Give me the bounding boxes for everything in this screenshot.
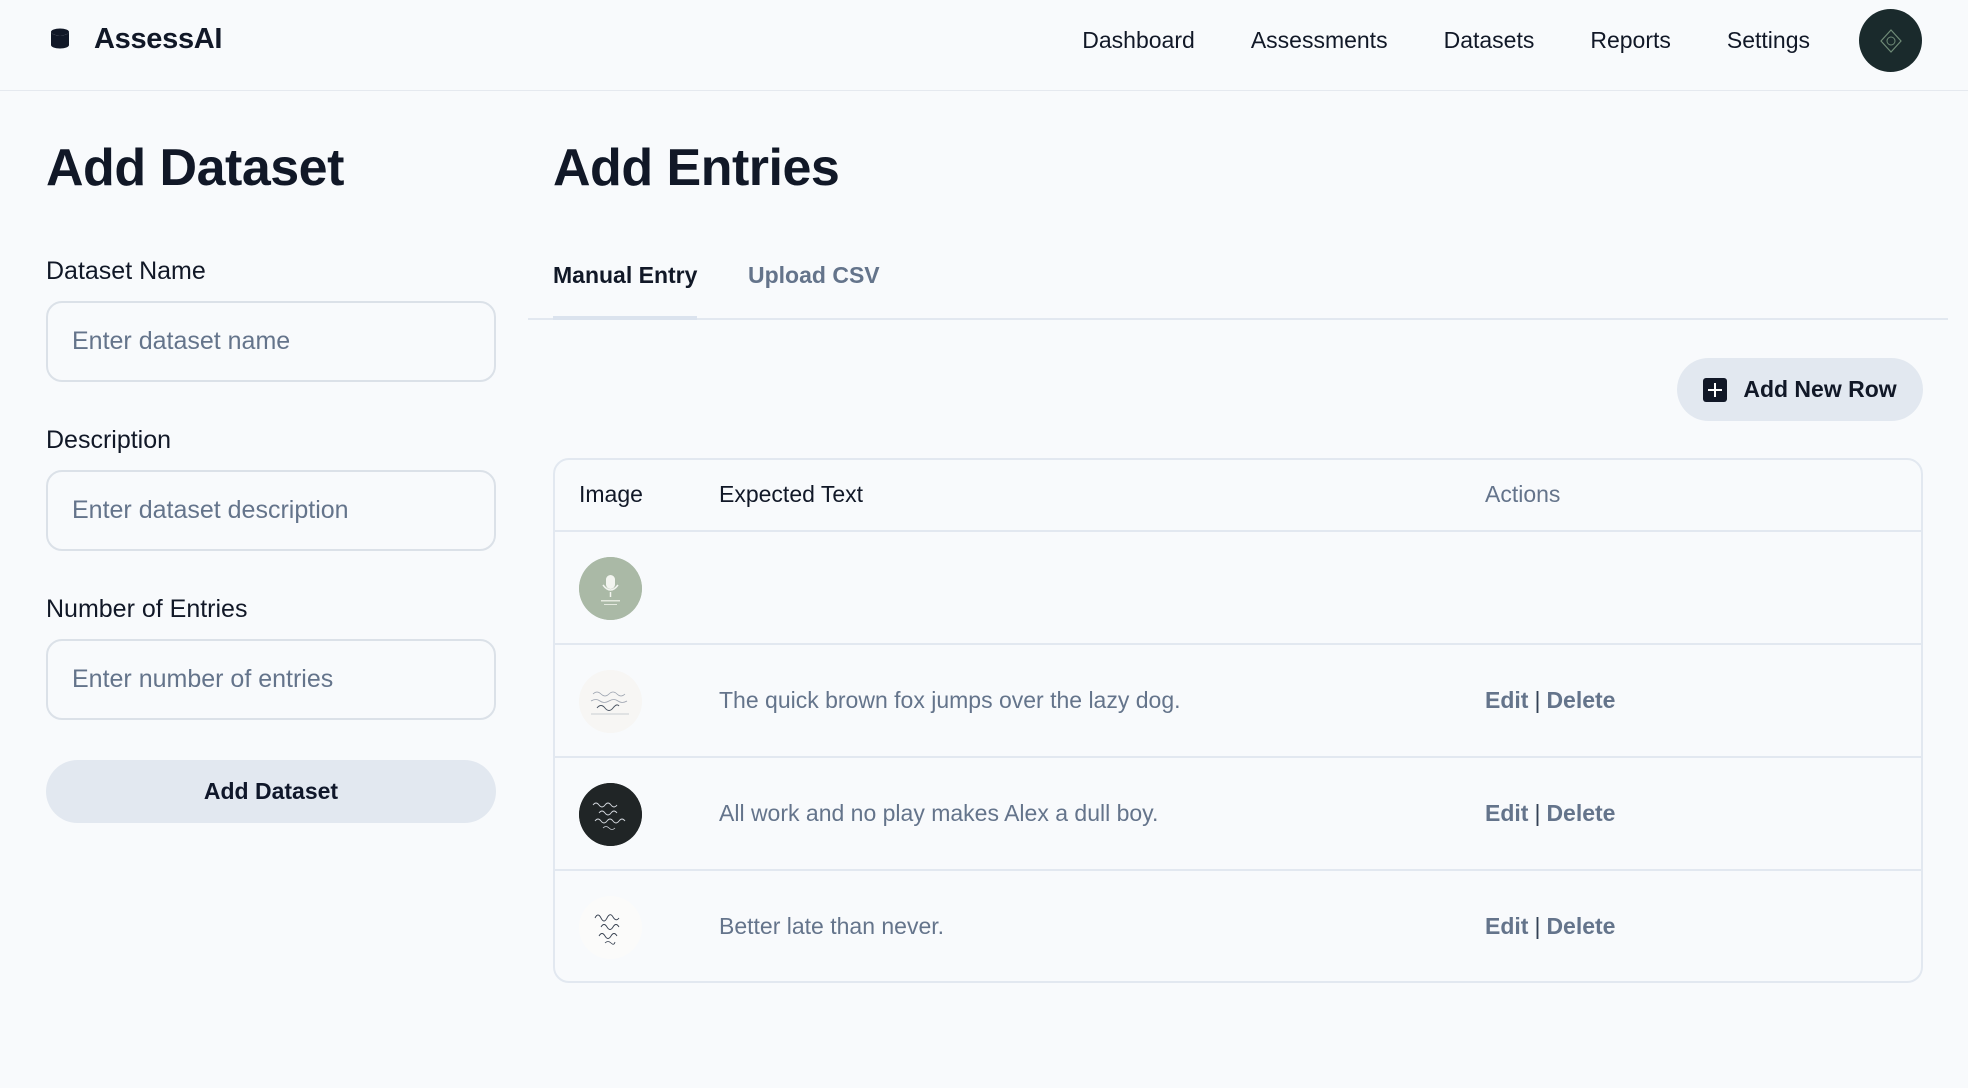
dataset-name-label: Dataset Name: [46, 257, 206, 285]
description-input[interactable]: [46, 470, 496, 551]
expected-text: All work and no play makes Alex a dull b…: [719, 800, 1159, 826]
app-name: AssessAI: [94, 22, 223, 55]
table-row: All work and no play makes Alex a dull b…: [555, 758, 1921, 871]
table-header-row: Image Expected Text Actions: [555, 460, 1921, 532]
actions-separator: |: [1534, 913, 1541, 939]
add-dataset-title: Add Dataset: [46, 139, 344, 197]
actions-separator: |: [1534, 800, 1541, 826]
row-actions: Edit | Delete: [1485, 687, 1615, 714]
microphone-image-thumbnail: [579, 557, 642, 620]
tab-upload-csv[interactable]: Upload CSV: [748, 258, 880, 320]
add-new-row-label: Add New Row: [1743, 376, 1897, 402]
main-nav: Dashboard Assessments Datasets Reports S…: [1082, 22, 1810, 58]
edit-link[interactable]: Edit: [1485, 687, 1528, 713]
delete-link[interactable]: Delete: [1546, 913, 1615, 939]
nav-settings[interactable]: Settings: [1727, 27, 1810, 54]
add-dataset-button[interactable]: Add Dataset: [46, 760, 496, 823]
expected-text: The quick brown fox jumps over the lazy …: [719, 687, 1181, 713]
number-of-entries-input[interactable]: [46, 639, 496, 720]
nav-dashboard[interactable]: Dashboard: [1082, 27, 1195, 54]
avatar-logo-icon: [1879, 28, 1902, 53]
user-avatar[interactable]: [1859, 9, 1922, 72]
entry-tabs: Manual Entry Upload CSV: [528, 258, 1948, 320]
column-header-expected-text: Expected Text: [719, 481, 864, 507]
edit-link[interactable]: Edit: [1485, 913, 1528, 939]
dataset-name-input[interactable]: [46, 301, 496, 382]
row-actions: Edit | Delete: [1485, 913, 1615, 940]
table-row: The quick brown fox jumps over the lazy …: [555, 645, 1921, 758]
entries-table: Image Expected Text Actions The quick br…: [553, 458, 1923, 983]
column-header-image: Image: [579, 481, 643, 507]
handwriting-sample-dark-thumbnail: [579, 783, 642, 846]
description-label: Description: [46, 426, 172, 454]
number-of-entries-label: Number of Entries: [46, 595, 248, 623]
top-nav-bar: AssessAI Dashboard Assessments Datasets …: [0, 0, 1968, 91]
brand[interactable]: AssessAI: [46, 19, 222, 59]
table-row: Better late than never. Edit | Delete: [555, 871, 1921, 981]
handwriting-sample-cursive-thumbnail: [579, 896, 642, 959]
expected-text: Better late than never.: [719, 913, 945, 939]
database-icon: [46, 25, 74, 53]
nav-assessments[interactable]: Assessments: [1251, 27, 1388, 54]
delete-link[interactable]: Delete: [1546, 687, 1615, 713]
actions-separator: |: [1534, 687, 1541, 713]
add-entries-title: Add Entries: [553, 139, 840, 197]
edit-link[interactable]: Edit: [1485, 800, 1528, 826]
add-dataset-panel: Add Dataset Dataset Name Description Num…: [46, 139, 496, 823]
column-header-actions: Actions: [1485, 481, 1561, 507]
handwriting-sample-light-thumbnail: [579, 670, 642, 733]
plus-square-icon: [1703, 377, 1728, 402]
delete-link[interactable]: Delete: [1546, 800, 1615, 826]
tab-manual-entry[interactable]: Manual Entry: [553, 258, 698, 320]
add-new-row-button[interactable]: Add New Row: [1677, 358, 1923, 421]
nav-datasets[interactable]: Datasets: [1444, 27, 1535, 54]
nav-reports[interactable]: Reports: [1590, 27, 1671, 54]
row-actions: Edit | Delete: [1485, 800, 1615, 827]
table-row: [555, 532, 1921, 645]
